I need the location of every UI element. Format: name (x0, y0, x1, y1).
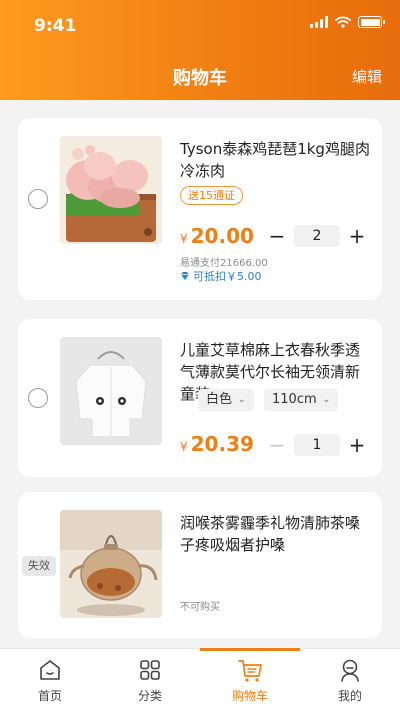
deduction-text: 可抵扣￥5.00 (193, 270, 262, 283)
decrease-button[interactable]: − (266, 224, 288, 248)
category-icon (140, 660, 160, 680)
product-title[interactable]: Tyson泰森鸡琵琶1kg鸡腿肉冷冻肉 (180, 138, 370, 182)
page-title: 购物车 (173, 68, 227, 89)
quantity-stepper: − 1 + (266, 433, 368, 457)
tab-profile[interactable]: 我的 (300, 649, 400, 710)
price-value: 20.00 (190, 224, 254, 248)
cart-item: Tyson泰森鸡琵琶1kg鸡腿肉冷冻肉 送15通证 ¥20.00 − 2 + 易… (18, 118, 382, 300)
cart-icon (238, 660, 262, 682)
payment-note: 易通支付21666.00 (180, 258, 268, 269)
increase-button[interactable]: + (346, 433, 368, 457)
wifi-icon (335, 16, 351, 28)
select-radio[interactable] (28, 189, 48, 209)
status-time: 9:41 (34, 16, 77, 36)
cart-item: 儿童艾草棉麻上衣春秋季透气薄款莫代尔长袖无领清新童装 白色 ⌄ 110cm ⌄ … (18, 319, 382, 477)
header: 9:41 购物车 编辑 (0, 0, 400, 100)
quantity-field[interactable]: 1 (294, 434, 340, 456)
tab-label: 分类 (137, 689, 162, 703)
tab-home[interactable]: 首页 (0, 649, 100, 710)
chevron-down-icon: ⌄ (238, 395, 246, 405)
product-image-cardigan[interactable] (60, 337, 162, 445)
tab-label: 我的 (337, 689, 362, 703)
home-icon (40, 660, 60, 680)
product-price: ¥20.00 (180, 224, 254, 248)
diamond-icon (181, 272, 189, 280)
quantity-stepper: − 2 + (266, 224, 368, 248)
quantity-field[interactable]: 2 (294, 225, 340, 247)
color-value: 白色 (206, 392, 233, 407)
product-image-chicken[interactable] (60, 136, 162, 244)
currency-symbol: ¥ (180, 232, 188, 246)
select-radio[interactable] (28, 388, 48, 408)
tab-cart[interactable]: 购物车 (200, 648, 300, 710)
tab-label: 购物车 (231, 689, 268, 703)
unavailable-text: 不可购买 (180, 602, 220, 613)
coupon-badge: 送15通证 (180, 186, 243, 205)
currency-symbol: ¥ (180, 440, 188, 454)
status-icons (310, 16, 385, 28)
product-title[interactable]: 润喉茶雾霾季礼物清肺茶嗓子疼吸烟者护嗓 (180, 512, 370, 556)
status-bar: 9:41 (0, 0, 400, 50)
price-value: 20.39 (190, 432, 254, 456)
decrease-button[interactable]: − (266, 433, 288, 457)
product-price: ¥20.39 (180, 432, 254, 456)
color-selector[interactable]: 白色 ⌄ (198, 389, 254, 411)
chevron-down-icon: ⌄ (322, 395, 331, 405)
invalid-badge: 失效 (22, 556, 56, 576)
tab-label: 首页 (37, 689, 62, 703)
tab-bar: 首页 分类 购物车 我的 (0, 648, 400, 710)
cart-item-invalid: 失效 润喉茶雾霾季礼物清肺茶嗓子疼吸烟者护嗓 不可购买 (18, 492, 382, 638)
edit-button[interactable]: 编辑 (352, 66, 382, 87)
size-selector[interactable]: 110cm ⌄ (264, 389, 339, 411)
deduction-info: 可抵扣￥5.00 (180, 268, 262, 284)
battery-icon (358, 16, 385, 28)
product-image-tea[interactable] (60, 510, 162, 618)
tab-category[interactable]: 分类 (100, 649, 200, 710)
signal-icon (310, 16, 328, 28)
profile-icon (341, 659, 359, 682)
increase-button[interactable]: + (346, 224, 368, 248)
size-value: 110cm (272, 392, 317, 407)
